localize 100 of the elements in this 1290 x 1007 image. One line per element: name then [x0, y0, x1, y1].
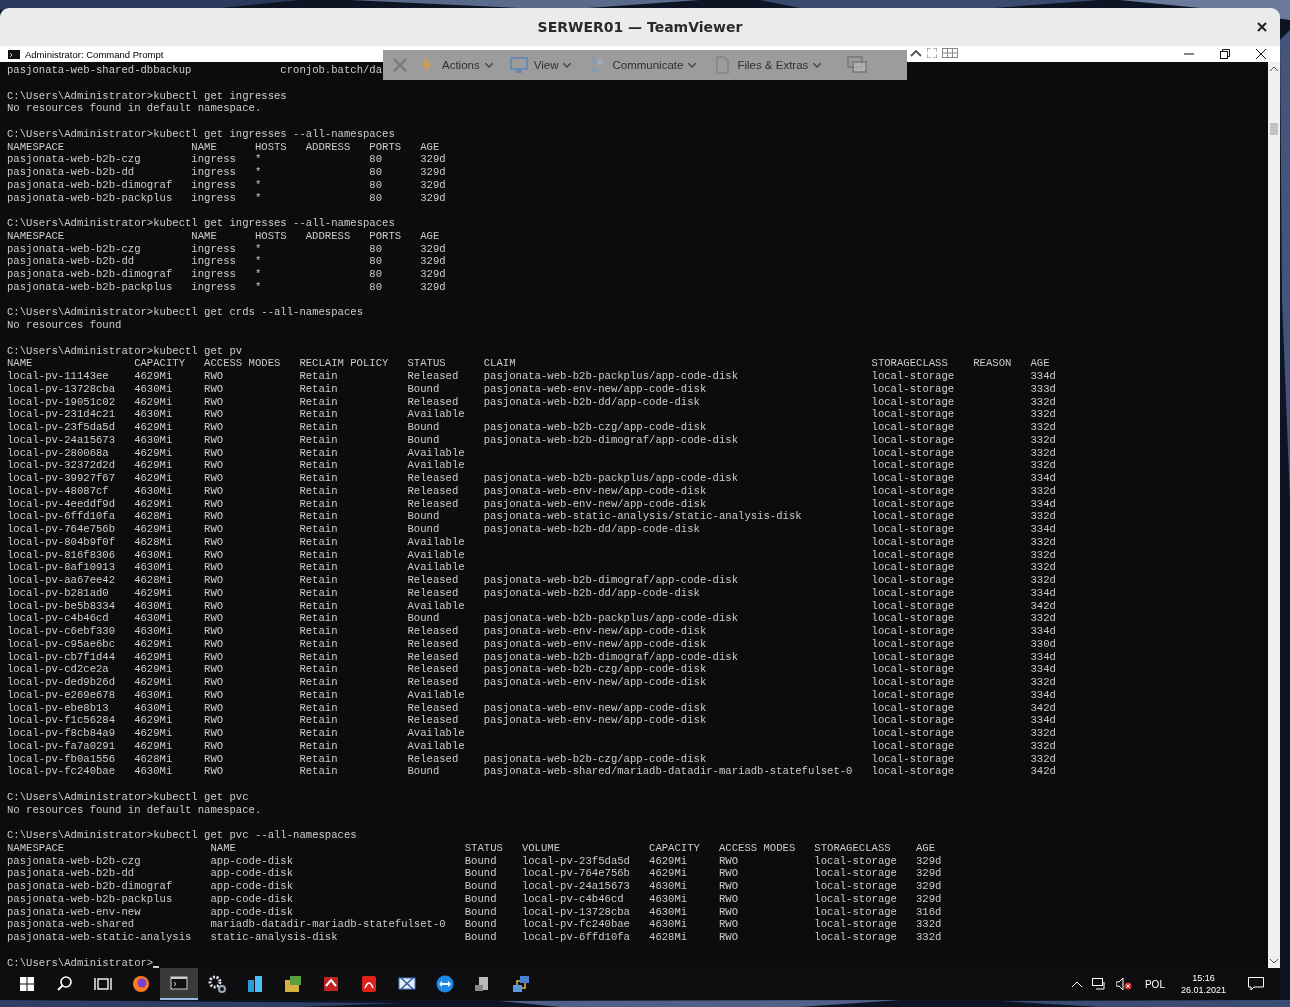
table-cell: RWO	[204, 714, 224, 727]
table-cell: pasjonata-web-static-analysis/static-analysis-disk	[483, 510, 802, 523]
table-cell: app-code-disk	[210, 867, 294, 880]
scroll-up-icon[interactable]	[1270, 66, 1278, 71]
table-cell: pasjonata-web-b2b-dd/app-code-disk	[483, 586, 700, 600]
table-cell: local-storage	[814, 892, 897, 906]
table-cell: pasjonata-web-b2b-czg/app-code-disk	[483, 663, 707, 676]
table-cell: 4630Mi	[134, 701, 173, 715]
table-cell: pasjonata-web-b2b-packplus	[7, 280, 173, 294]
table-cell: local-pv-32372d2d	[7, 459, 116, 472]
toolbar-menu[interactable]: Communicate	[587, 55, 697, 75]
table-cell: Available	[407, 688, 465, 702]
table-cell: Retain	[299, 625, 338, 638]
scroll-thumb[interactable]	[1270, 123, 1278, 135]
table-cell: local-storage	[871, 421, 955, 434]
table-cell: 329d	[420, 255, 446, 268]
table-cell: pasjonata-web-b2b-dimograf	[7, 268, 173, 281]
notification-icon[interactable]	[1248, 977, 1264, 991]
table-cell: 4629Mi	[134, 446, 173, 460]
table-cell: RWO	[204, 561, 224, 574]
table-cell: local-storage	[871, 765, 955, 778]
table-cell: 4630Mi	[649, 918, 688, 931]
table-cell: local-pv-23f5da5d	[521, 854, 630, 868]
table-cell: Available	[407, 727, 465, 740]
table-cell: RWO	[718, 892, 739, 906]
table-cell: 332d	[1030, 739, 1056, 753]
grid-icon[interactable]	[942, 48, 958, 58]
column-header: AGE	[1030, 357, 1050, 370]
table-cell: 332d	[1030, 612, 1056, 625]
scrollbar[interactable]	[1268, 62, 1280, 968]
table-cell: local-storage	[871, 701, 955, 715]
table-cell: 4630Mi	[134, 561, 173, 574]
column-header: NAME	[191, 140, 217, 154]
table-cell: ingress	[191, 280, 236, 294]
table-cell: pasjonata-web-shared	[7, 918, 135, 931]
table-cell: RWO	[204, 650, 224, 664]
table-cell: 329d	[916, 892, 942, 906]
toolbar-menu[interactable]: Files & Extras	[712, 55, 822, 75]
table-cell: 4630Mi	[649, 905, 688, 919]
table-cell: Released	[407, 663, 459, 676]
taskbar-button[interactable]	[160, 968, 198, 1000]
table-cell: local-pv-13728cba	[521, 905, 630, 919]
table-cell: pasjonata-web-b2b-czg	[7, 153, 141, 166]
column-header: REASON	[973, 357, 1012, 370]
table-cell: RWO	[204, 637, 224, 651]
table-cell: Retain	[299, 382, 338, 396]
table-cell: 334d	[1030, 663, 1056, 676]
table-cell: local-storage	[871, 510, 955, 523]
table-cell: Retain	[299, 663, 338, 676]
table-cell: Bound	[464, 867, 497, 880]
table-cell: app-code-disk	[210, 905, 294, 919]
column-header: STORAGECLASS	[871, 357, 948, 370]
table-cell: RWO	[204, 727, 224, 740]
restore-icon[interactable]	[1220, 49, 1230, 59]
table-cell: local-pv-cb7f1d44	[7, 650, 116, 664]
table-cell: Bound	[464, 918, 497, 931]
input-language[interactable]: POL	[1144, 978, 1165, 990]
table-cell: *	[254, 242, 262, 256]
table-cell: RWO	[718, 854, 739, 868]
table-cell: local-storage	[871, 586, 955, 600]
table-cell: 4630Mi	[134, 408, 173, 421]
close-icon[interactable]	[1256, 49, 1266, 59]
table-cell: RWO	[204, 548, 224, 562]
table-cell: 4629Mi	[134, 472, 173, 485]
table-cell: local-storage	[871, 459, 955, 472]
close-icon[interactable]	[1257, 22, 1267, 32]
table-cell: local-storage	[871, 688, 955, 702]
table-cell: Retain	[299, 574, 338, 587]
table-cell: local-storage	[871, 727, 955, 740]
caret-up-icon[interactable]	[1071, 981, 1082, 987]
table-cell: pasjonata-web-env-new/app-code-disk	[483, 625, 707, 638]
table-cell: RWO	[718, 905, 739, 919]
table-cell: pasjonata-web-b2b-czg/app-code-disk	[483, 421, 707, 434]
table-cell: 4629Mi	[134, 370, 173, 383]
caret-icon	[484, 62, 493, 68]
table-cell: local-pv-764e756b	[521, 867, 630, 880]
table-cell: pasjonata-web-b2b-dd/app-code-disk	[483, 523, 700, 536]
table-cell: RWO	[204, 459, 224, 472]
table-cell: local-pv-764e756b	[7, 523, 116, 536]
globe-icon	[131, 974, 151, 994]
table-cell: Released	[407, 752, 459, 766]
table-cell: 80	[369, 191, 383, 205]
table-cell: 332d	[1030, 752, 1056, 766]
table-cell: static-analysis-disk	[210, 931, 338, 944]
table-cell: 334d	[1030, 370, 1056, 383]
volume-muted-icon[interactable]	[1115, 978, 1132, 990]
scroll-down-icon[interactable]	[1270, 959, 1278, 964]
table-cell: Released	[407, 701, 459, 715]
column-header: STORAGECLASS	[814, 841, 891, 855]
clock[interactable]: 15:16 26.01.2021	[1180, 972, 1226, 996]
table-cell: local-storage	[871, 382, 955, 396]
table-cell: Retain	[299, 714, 338, 727]
table-cell: pasjonata-web-shared/mariadb-datadir-mariadb-statefulset-0	[483, 765, 853, 778]
table-cell: RWO	[204, 408, 224, 421]
table-cell: pasjonata-web-b2b-packplus	[7, 892, 173, 906]
fullscreen-icon[interactable]	[927, 48, 937, 58]
toolbar-menu[interactable]: Actions	[417, 55, 493, 75]
collapse-icon[interactable]	[910, 49, 922, 57]
toolbar-menu[interactable]: View	[508, 55, 572, 75]
windows-logo-icon	[17, 974, 37, 994]
